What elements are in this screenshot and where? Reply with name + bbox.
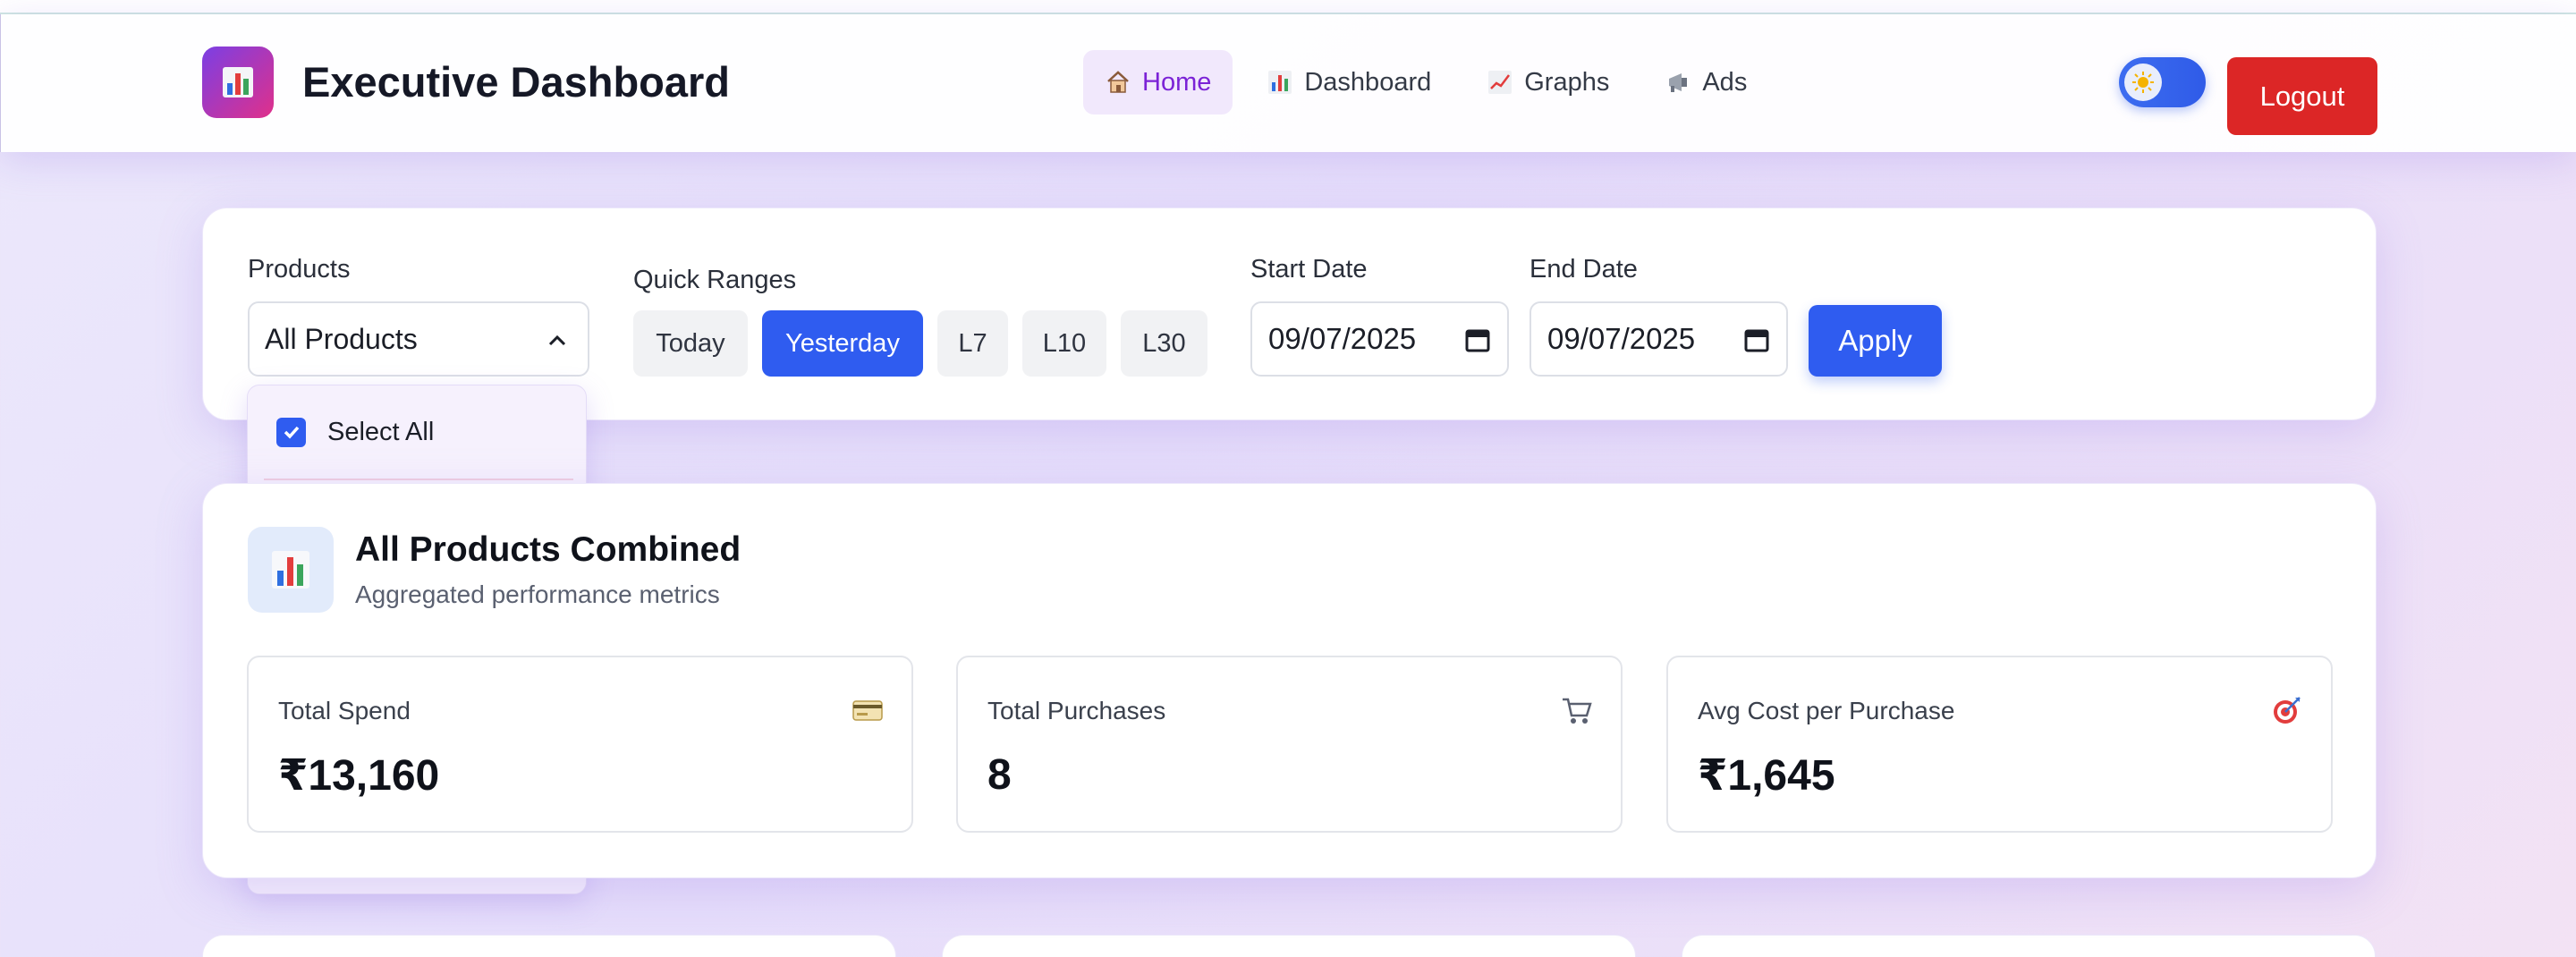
metric-value: ₹13,160 xyxy=(278,752,440,800)
end-date-input[interactable]: 09/07/2025 xyxy=(1530,301,1788,377)
house-icon xyxy=(1105,69,1131,96)
end-date-value: 09/07/2025 xyxy=(1547,322,1696,355)
shopping-cart-icon xyxy=(1563,698,1592,724)
checkmark-icon xyxy=(284,426,299,439)
target-icon xyxy=(2274,697,2301,724)
nav-item-home[interactable]: Home xyxy=(1083,50,1233,114)
calendar-icon[interactable] xyxy=(1464,326,1491,353)
credit-card-icon xyxy=(852,700,883,721)
logout-button[interactable]: Logout xyxy=(2227,57,2377,135)
product-card xyxy=(1682,935,2376,957)
metric-card-total-purchases: Total Purchases 8 xyxy=(956,656,1623,833)
nav-item-ads[interactable]: Ads xyxy=(1643,50,1768,114)
apply-button[interactable]: Apply xyxy=(1809,305,1942,377)
product-card xyxy=(202,935,896,957)
nav-item-label: Ads xyxy=(1702,67,1748,97)
metric-label: Avg Cost per Purchase xyxy=(1698,697,1955,724)
app-header: Executive Dashboard Home Dashboard Graph… xyxy=(0,14,2576,152)
summary-subtitle: Aggregated performance metrics xyxy=(355,580,720,608)
select-all-checkbox[interactable] xyxy=(276,417,306,447)
metric-value: 8 xyxy=(987,751,1012,799)
dropdown-divider xyxy=(264,478,573,480)
trend-chart-icon xyxy=(1487,69,1513,96)
chevron-up-icon xyxy=(548,335,566,346)
metric-card-avg-cost: Avg Cost per Purchase ₹1,645 xyxy=(1666,656,2333,833)
products-label: Products xyxy=(248,255,351,284)
summary-card: All Products Combined Aggregated perform… xyxy=(202,483,2377,878)
calendar-icon[interactable] xyxy=(1743,326,1770,353)
bar-chart-icon xyxy=(223,67,253,97)
nav-item-label: Home xyxy=(1142,67,1212,97)
start-date-input[interactable]: 09/07/2025 xyxy=(1250,301,1509,377)
nav-item-label: Dashboard xyxy=(1304,67,1432,97)
nav-item-dashboard[interactable]: Dashboard xyxy=(1245,50,1453,114)
metric-value: ₹1,645 xyxy=(1698,752,1835,800)
nav-item-graphs[interactable]: Graphs xyxy=(1465,50,1631,114)
products-select-value: All Products xyxy=(265,322,418,355)
logo xyxy=(202,47,274,118)
megaphone-icon xyxy=(1665,69,1691,96)
quick-ranges-label: Quick Ranges xyxy=(633,266,797,294)
main-nav: Home Dashboard Graphs Ads xyxy=(1083,50,1768,114)
nav-item-label: Graphs xyxy=(1524,67,1610,97)
start-date-value: 09/07/2025 xyxy=(1268,322,1417,355)
summary-title: All Products Combined xyxy=(355,530,741,569)
metric-card-total-spend: Total Spend ₹13,160 xyxy=(247,656,913,833)
range-today-button[interactable]: Today xyxy=(633,310,748,377)
start-date-label: Start Date xyxy=(1250,255,1368,284)
range-yesterday-button[interactable]: Yesterday xyxy=(762,310,923,377)
range-l7-button[interactable]: L7 xyxy=(937,310,1008,377)
app-title: Executive Dashboard xyxy=(302,58,731,106)
window-top-edge xyxy=(0,0,2576,14)
bar-chart-icon xyxy=(248,527,334,613)
sun-icon xyxy=(2124,64,2162,101)
select-all-option[interactable]: Select All xyxy=(276,416,434,448)
theme-toggle[interactable] xyxy=(2119,57,2206,107)
bar-chart-icon xyxy=(1267,69,1293,96)
product-card xyxy=(942,935,1636,957)
range-l30-button[interactable]: L30 xyxy=(1121,310,1208,377)
metric-label: Total Spend xyxy=(278,697,411,724)
products-select[interactable]: All Products xyxy=(248,301,589,377)
metric-label: Total Purchases xyxy=(987,697,1166,724)
range-l10-button[interactable]: L10 xyxy=(1022,310,1106,377)
end-date-label: End Date xyxy=(1530,255,1638,284)
select-all-label: Select All xyxy=(327,417,435,446)
